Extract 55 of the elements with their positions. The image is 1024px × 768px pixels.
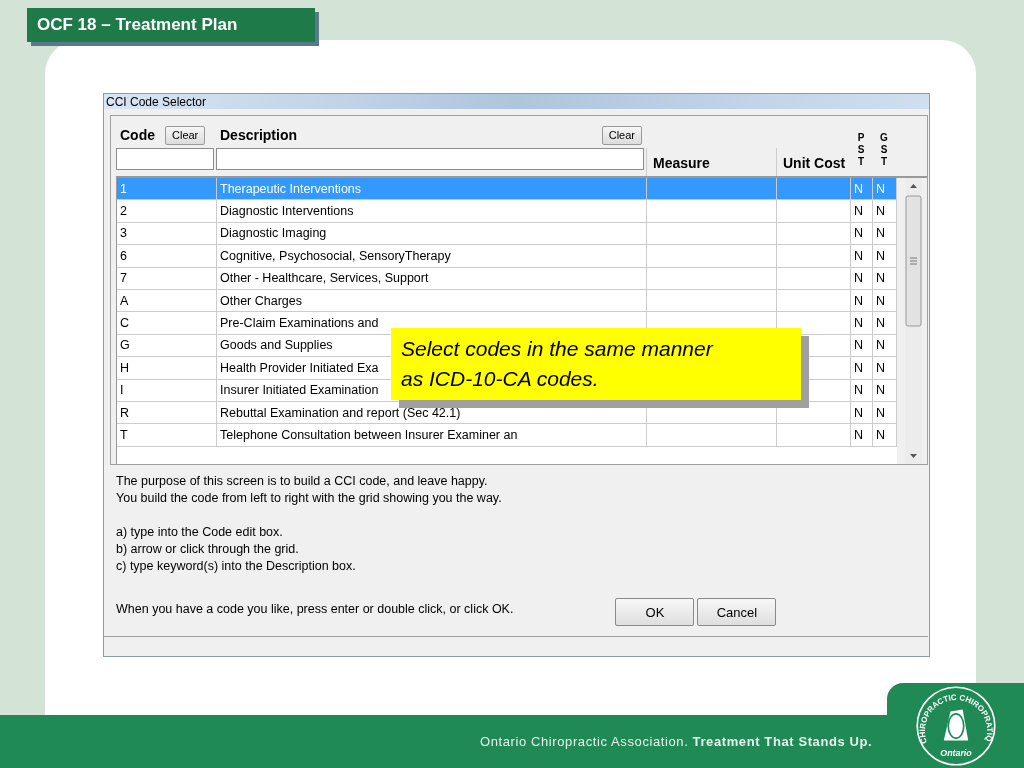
- table-cell: N: [851, 267, 873, 289]
- table-cell: Other Charges: [217, 289, 647, 312]
- instruction-text: c) type keyword(s) into the Description box.: [116, 558, 357, 575]
- table-cell: H: [117, 357, 217, 379]
- table-cell: N: [873, 178, 897, 200]
- table-cell: N: [873, 312, 897, 334]
- window-title: CCI Code Selector: [104, 94, 929, 109]
- table-cell: G: [117, 334, 217, 357]
- table-cell: Cognitive, Psychosocial, SensoryTherapy: [217, 245, 647, 267]
- table-cell: T: [117, 424, 217, 446]
- footer-tagline: Ontario Chiropractic Association. Treatment That Stands Up.: [480, 734, 873, 749]
- table-cell: N: [851, 200, 873, 222]
- instruction-text: b) arrow or click through the grid.: [116, 541, 300, 558]
- table-cell: N: [873, 334, 897, 357]
- table-cell: N: [873, 289, 897, 312]
- table-cell: N: [873, 222, 897, 245]
- table-cell: N: [851, 222, 873, 245]
- table-cell: Diagnostic Imaging: [217, 222, 647, 245]
- table-cell: Diagnostic Interventions: [217, 200, 647, 222]
- table-cell: I: [117, 379, 217, 401]
- table-cell: N: [851, 357, 873, 379]
- table-cell: N: [851, 312, 873, 334]
- column-header: GST: [879, 132, 889, 168]
- table-cell: A: [117, 289, 217, 312]
- table-cell: N: [873, 357, 897, 379]
- table-cell: 3: [117, 222, 217, 245]
- table-cell: N: [873, 401, 897, 424]
- table-cell: 6: [117, 245, 217, 267]
- table-cell: N: [873, 379, 897, 401]
- table-cell: N: [851, 178, 873, 200]
- instruction-text: The purpose of this screen is to build a CCI code, and leave happy.: [116, 473, 489, 490]
- column-header: Description: [220, 127, 297, 143]
- table-cell: 1: [117, 178, 217, 200]
- instruction-text: a) type into the Code edit box.: [116, 524, 284, 541]
- column-header: PST: [856, 132, 866, 168]
- instruction-text: You build the code from left to right with the grid showing you the way.: [116, 490, 503, 507]
- table-cell: N: [851, 245, 873, 267]
- table-cell: C: [117, 312, 217, 334]
- table-cell: 7: [117, 267, 217, 289]
- table-cell: Telephone Consultation between Insurer Examiner an: [217, 424, 647, 446]
- table-cell: N: [851, 334, 873, 357]
- table-cell: Therapeutic Interventions: [217, 178, 647, 200]
- table-cell: N: [851, 401, 873, 424]
- table-cell: N: [873, 200, 897, 222]
- table-cell: R: [117, 401, 217, 424]
- table-cell: N: [851, 424, 873, 446]
- table-cell: N: [873, 424, 897, 446]
- table-cell: N: [873, 245, 897, 267]
- table-cell: 2: [117, 200, 217, 222]
- table-cell: Other - Healthcare, Services, Support: [217, 267, 647, 289]
- table-cell: N: [851, 289, 873, 312]
- column-header: Code: [120, 127, 155, 143]
- table-cell: N: [851, 379, 873, 401]
- instruction-text: When you have a code you like, press enter or double click, or click OK.: [116, 600, 514, 618]
- table-cell: N: [873, 267, 897, 289]
